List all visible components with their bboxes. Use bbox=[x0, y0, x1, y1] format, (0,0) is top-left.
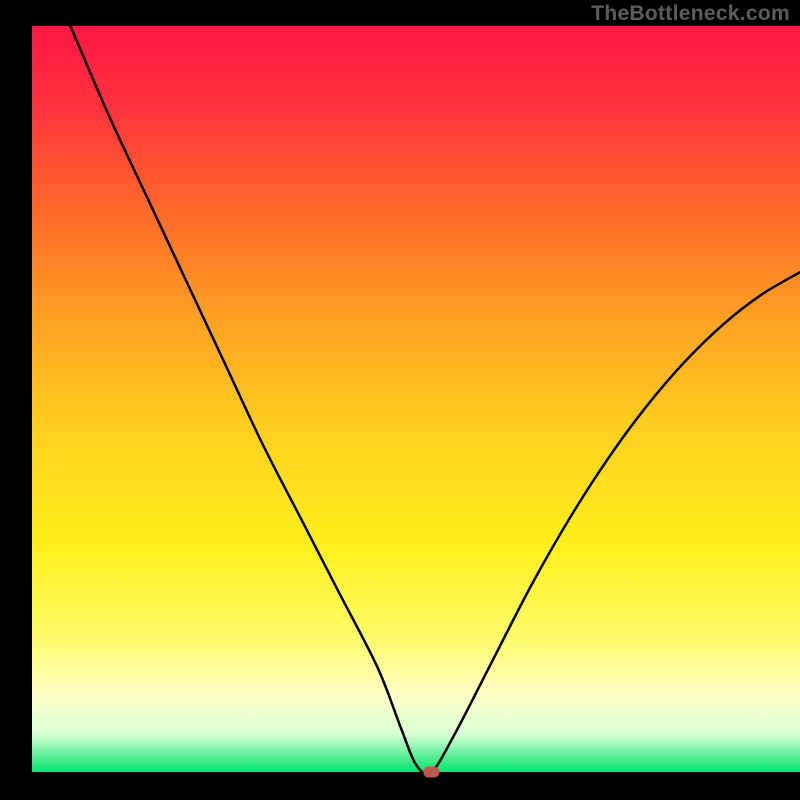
chart-frame: TheBottleneck.com bbox=[0, 0, 800, 800]
plot-background bbox=[32, 26, 800, 772]
watermark-text: TheBottleneck.com bbox=[591, 2, 790, 26]
optimal-point-marker bbox=[423, 767, 439, 778]
bottleneck-chart bbox=[0, 0, 800, 800]
